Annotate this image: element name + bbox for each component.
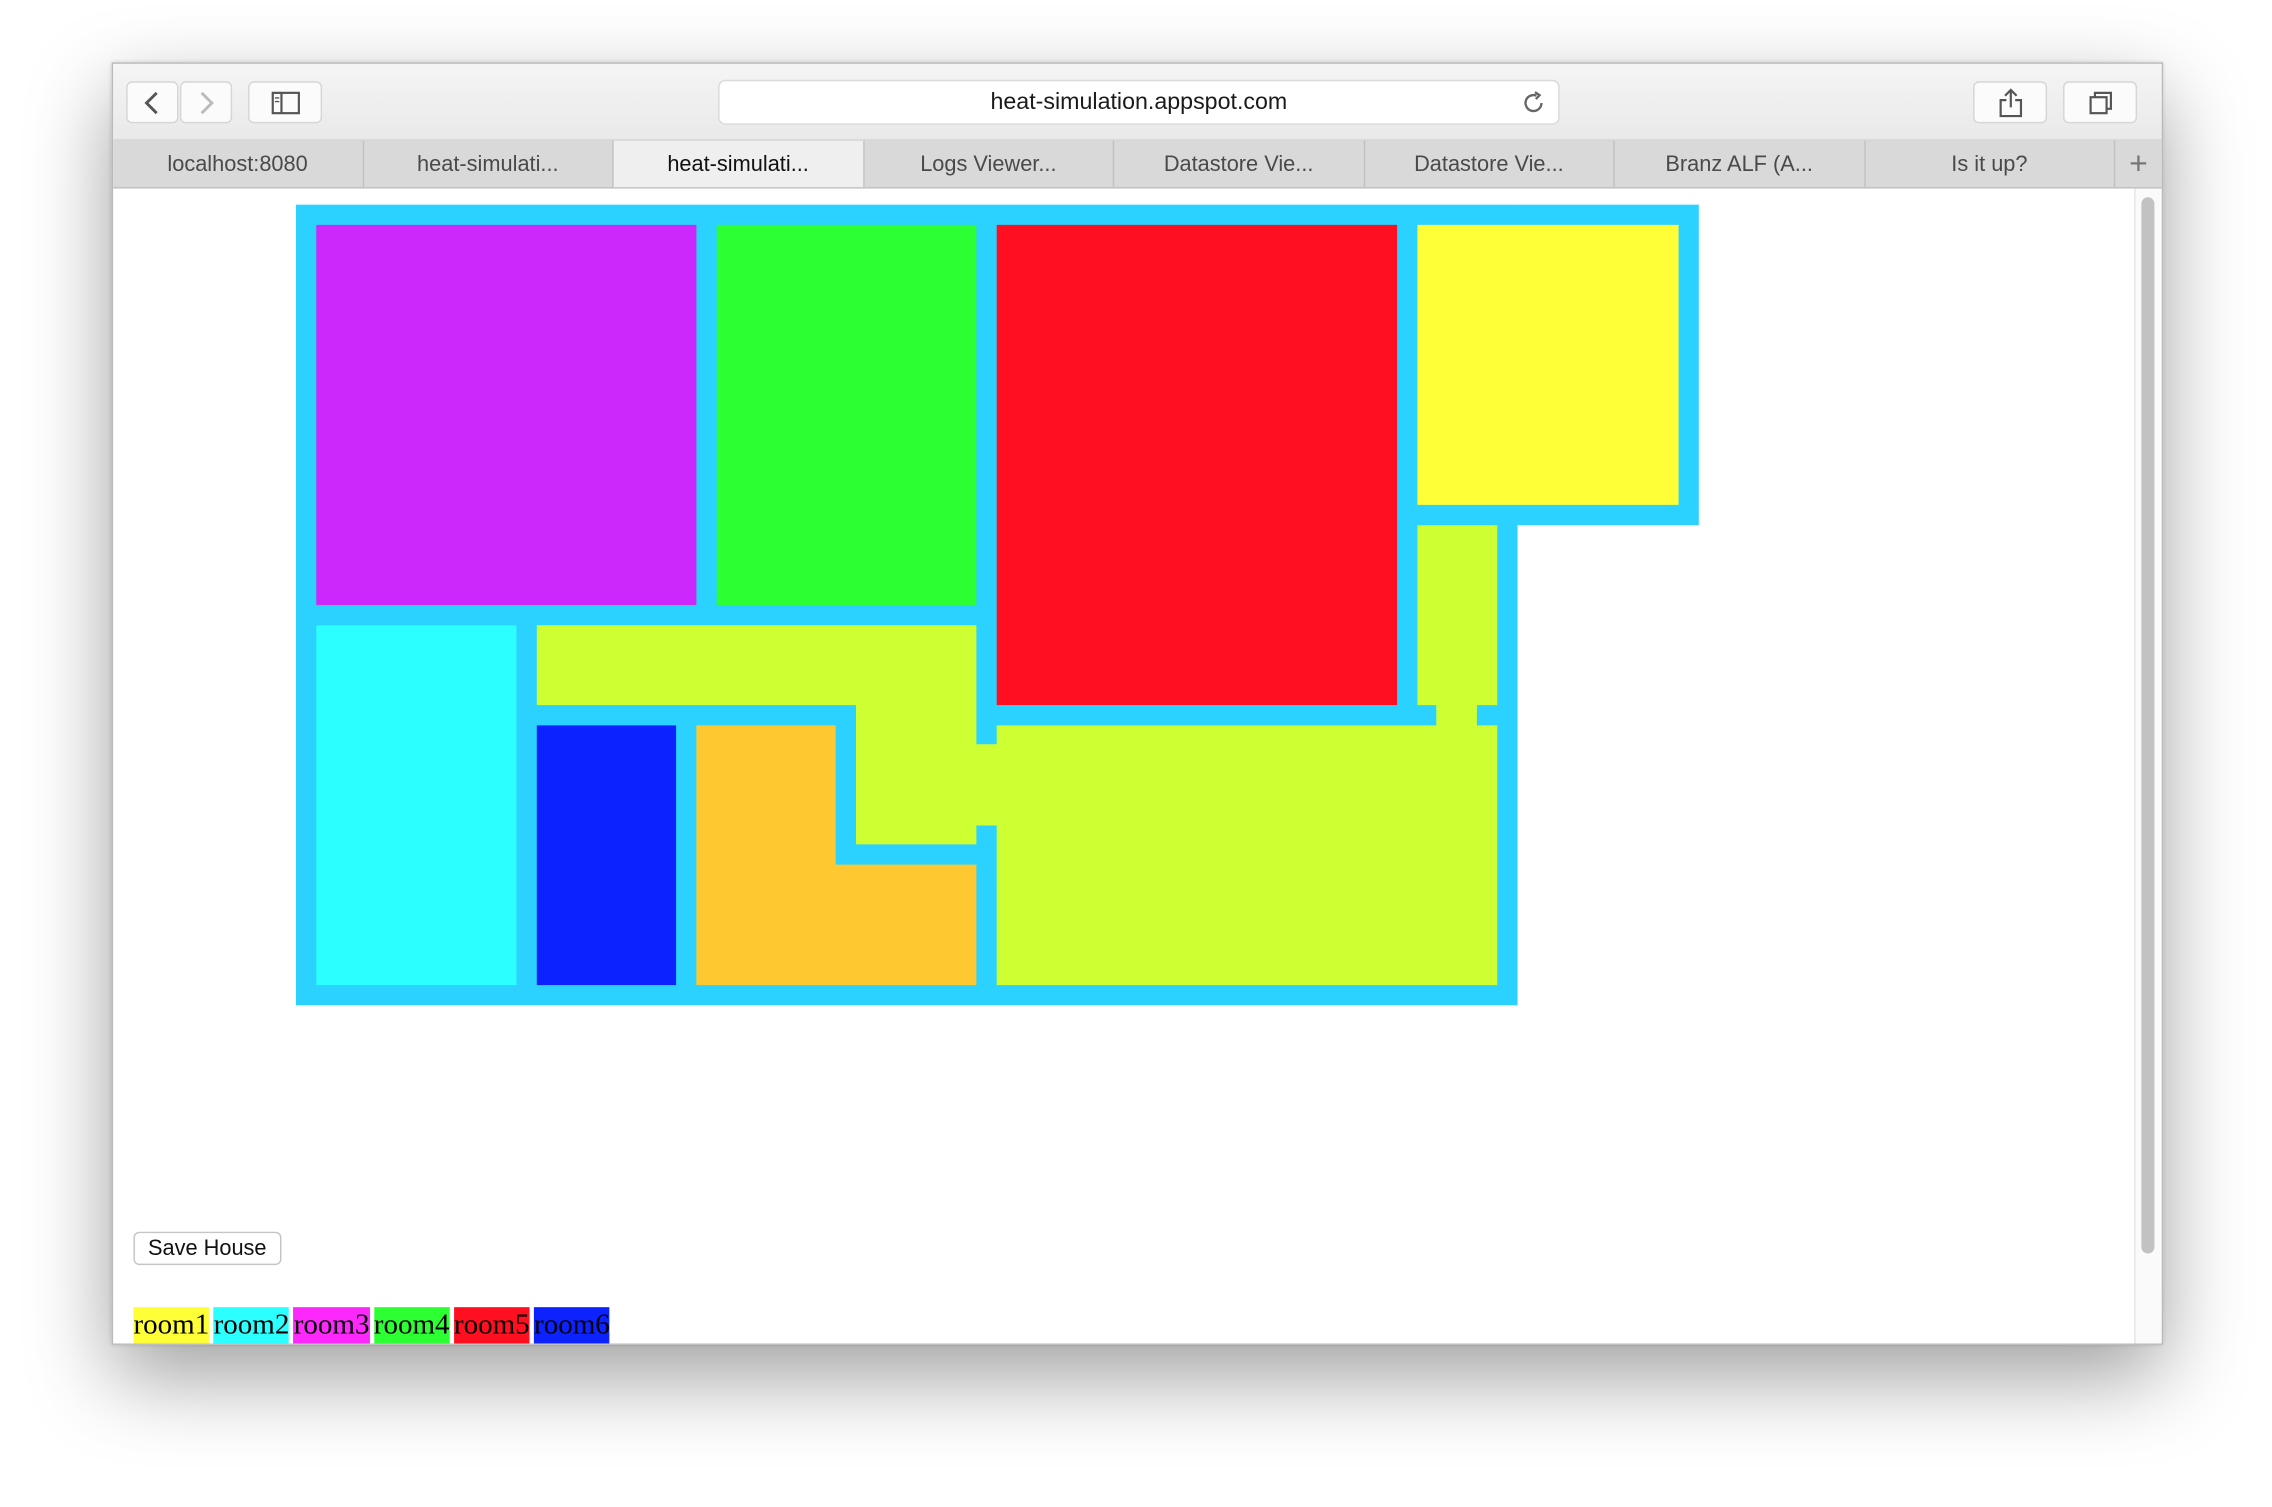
room-purple[interactable] — [316, 224, 697, 605]
forward-button[interactable] — [179, 81, 233, 124]
tab-datastore-viewer-2[interactable]: Datastore Vie... — [1364, 140, 1615, 188]
scrollbar-thumb[interactable] — [2141, 197, 2155, 1254]
new-tab-button[interactable]: + — [2115, 141, 2161, 187]
page-content: Save House room1 room2 room3 room4 room5… — [113, 188, 2135, 1344]
room-legend: room1 room2 room3 room4 room5 room6 — [133, 1307, 614, 1344]
legend-room3: room3 — [293, 1307, 370, 1344]
vertical-scrollbar[interactable] — [2134, 188, 2162, 1344]
tabs-overview-icon — [2088, 91, 2112, 114]
reload-icon[interactable] — [1520, 90, 1546, 116]
legend-room5: room5 — [453, 1307, 530, 1344]
room-red[interactable] — [996, 224, 1398, 706]
legend-room1: room1 — [133, 1307, 210, 1344]
chevron-right-icon — [200, 91, 214, 114]
room-cyan[interactable] — [316, 625, 517, 986]
share-button[interactable] — [1973, 81, 2048, 124]
tab-localhost[interactable]: localhost:8080 — [113, 140, 364, 188]
tab-branz-alf[interactable]: Branz ALF (A... — [1615, 140, 1866, 188]
tabs-overview-button[interactable] — [2063, 81, 2138, 124]
room-green[interactable] — [716, 224, 977, 605]
legend-room2: room2 — [213, 1307, 290, 1344]
sidebar-button[interactable] — [248, 81, 323, 124]
legend-room6: room6 — [534, 1307, 610, 1344]
browser-window: heat-simulation.appspot.com localhost:80… — [111, 62, 2164, 1345]
tab-datastore-viewer-1[interactable]: Datastore Vie... — [1114, 140, 1365, 188]
tab-heat-simulation-1[interactable]: heat-simulati... — [363, 140, 614, 188]
address-url: heat-simulation.appspot.com — [990, 89, 1288, 114]
tab-logs-viewer[interactable]: Logs Viewer... — [864, 140, 1115, 188]
tab-bar: localhost:8080 heat-simulati... heat-sim… — [113, 140, 2162, 189]
save-house-button[interactable]: Save House — [133, 1231, 282, 1266]
legend-room4: room4 — [373, 1307, 450, 1344]
room-yellow[interactable] — [1417, 224, 1679, 505]
room-blue[interactable] — [536, 725, 677, 986]
browser-toolbar: heat-simulation.appspot.com — [113, 63, 2162, 141]
chevron-left-icon — [144, 91, 158, 114]
tab-heat-simulation-active[interactable]: heat-simulati... — [613, 140, 864, 188]
address-bar[interactable]: heat-simulation.appspot.com — [718, 79, 1560, 125]
tab-is-it-up[interactable]: Is it up? — [1865, 140, 2116, 188]
back-button[interactable] — [126, 81, 179, 124]
floor-plan[interactable] — [295, 204, 1699, 1006]
share-icon — [1998, 87, 2022, 117]
sidebar-icon — [270, 91, 300, 114]
